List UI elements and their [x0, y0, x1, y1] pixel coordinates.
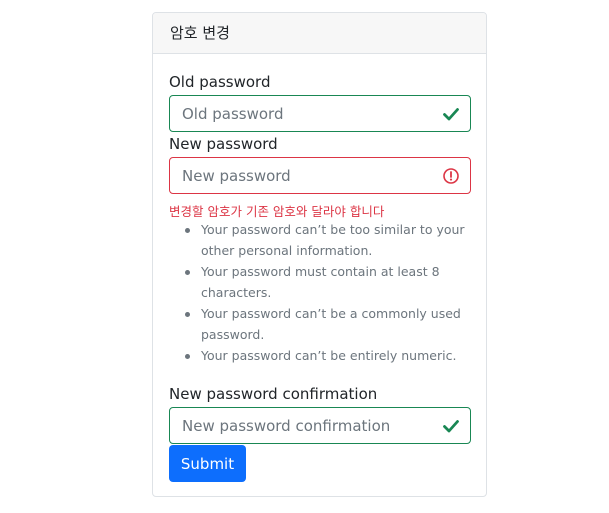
old-password-field[interactable] — [169, 95, 471, 132]
error-circle-icon — [443, 168, 459, 184]
old-password-label: Old password — [169, 73, 271, 91]
submit-button[interactable]: Submit — [169, 445, 246, 482]
new-password-label: New password — [169, 135, 278, 153]
help-item: Your password can’t be entirely numeric. — [169, 345, 473, 366]
new-password-error: 변경할 암호가 기존 암호와 달라야 합니다 — [169, 204, 385, 219]
password-help-list: Your password can’t be too similar to yo… — [169, 219, 473, 366]
new-password-input[interactable] — [170, 158, 430, 193]
change-password-card: 암호 변경 Old password New password 변경할 암호가 … — [152, 12, 487, 497]
new-password-field[interactable] — [169, 157, 471, 194]
new-password-confirmation-input[interactable] — [170, 408, 430, 443]
check-icon — [443, 420, 459, 433]
card-header: 암호 변경 — [153, 13, 486, 54]
help-item: Your password can’t be a commonly used p… — [169, 303, 473, 345]
new-password-confirmation-label: New password confirmation — [169, 385, 378, 403]
old-password-input[interactable] — [170, 96, 430, 131]
help-item: Your password can’t be too similar to yo… — [169, 219, 473, 261]
help-item: Your password must contain at least 8 ch… — [169, 261, 473, 303]
check-icon — [443, 108, 459, 121]
new-password-confirmation-field[interactable] — [169, 407, 471, 444]
card-title: 암호 변경 — [170, 24, 230, 42]
